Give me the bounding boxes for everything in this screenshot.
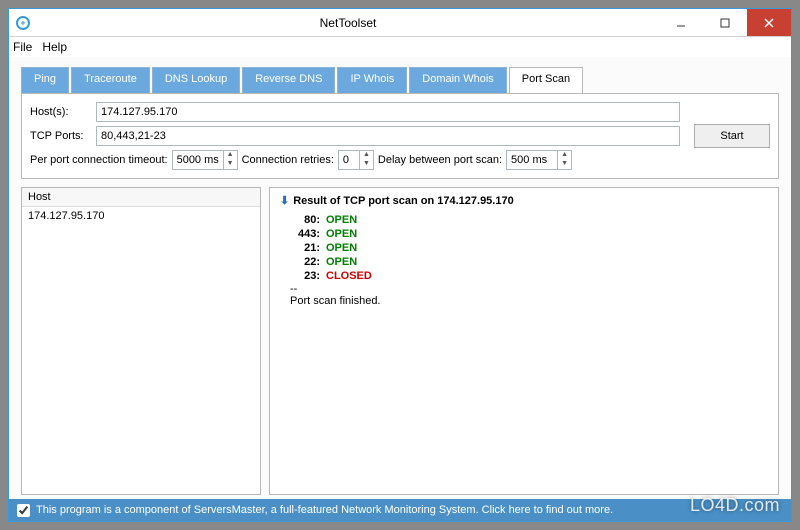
- start-button[interactable]: Start: [694, 124, 770, 148]
- result-status: CLOSED: [326, 270, 372, 282]
- chevron-up-icon[interactable]: ▲: [360, 151, 373, 160]
- timeout-spinner[interactable]: ▲▼: [172, 150, 238, 170]
- chevron-down-icon[interactable]: ▼: [558, 160, 571, 169]
- result-finished: Port scan finished.: [280, 295, 768, 307]
- chevron-down-icon[interactable]: ▼: [224, 160, 237, 169]
- tab-reverse-dns[interactable]: Reverse DNS: [242, 67, 335, 93]
- minimize-button[interactable]: [659, 9, 703, 36]
- maximize-button[interactable]: [703, 9, 747, 36]
- window-controls: [659, 9, 791, 36]
- timeout-input[interactable]: [173, 152, 223, 168]
- content-area: Ping Traceroute DNS Lookup Reverse DNS I…: [9, 57, 791, 499]
- ports-input[interactable]: [96, 126, 680, 146]
- hosts-label: Host(s):: [30, 106, 92, 118]
- form-panel: Host(s): TCP Ports: Per port connection …: [21, 93, 779, 179]
- result-port: 23:: [290, 270, 320, 282]
- result-separator: --: [280, 283, 768, 295]
- menubar: File Help: [9, 37, 791, 57]
- footer-bar: This program is a component of ServersMa…: [9, 499, 791, 521]
- tab-port-scan[interactable]: Port Scan: [509, 67, 583, 93]
- close-button[interactable]: [747, 9, 791, 36]
- arrow-down-icon: ⬇: [280, 194, 289, 207]
- result-port: 22:: [290, 256, 320, 268]
- host-list-item[interactable]: 174.127.95.170: [22, 207, 260, 225]
- tab-ping[interactable]: Ping: [21, 67, 69, 93]
- retries-spinner[interactable]: ▲▼: [338, 150, 374, 170]
- titlebar: NetToolset: [9, 9, 791, 37]
- app-icon: [15, 15, 31, 31]
- menu-file[interactable]: File: [13, 40, 32, 54]
- footer-text[interactable]: This program is a component of ServersMa…: [36, 504, 613, 516]
- delay-label: Delay between port scan:: [378, 154, 502, 166]
- tab-domain-whois[interactable]: Domain Whois: [409, 67, 507, 93]
- delay-spinner[interactable]: ▲▼: [506, 150, 572, 170]
- result-title: Result of TCP port scan on 174.127.95.17…: [293, 195, 514, 207]
- host-list: Host 174.127.95.170: [21, 187, 261, 495]
- result-port: 80:: [290, 214, 320, 226]
- result-port: 21:: [290, 242, 320, 254]
- result-status: OPEN: [326, 256, 357, 268]
- host-list-header[interactable]: Host: [22, 188, 260, 207]
- tab-bar: Ping Traceroute DNS Lookup Reverse DNS I…: [21, 67, 779, 93]
- result-status: OPEN: [326, 242, 357, 254]
- footer-checkbox[interactable]: [17, 504, 30, 517]
- results-area: Host 174.127.95.170 ⬇ Result of TCP port…: [21, 187, 779, 495]
- chevron-up-icon[interactable]: ▲: [558, 151, 571, 160]
- menu-help[interactable]: Help: [42, 40, 67, 54]
- tab-ip-whois[interactable]: IP Whois: [337, 67, 407, 93]
- result-status: OPEN: [326, 214, 357, 226]
- retries-label: Connection retries:: [242, 154, 334, 166]
- ports-label: TCP Ports:: [30, 130, 92, 142]
- result-port: 443:: [290, 228, 320, 240]
- chevron-up-icon[interactable]: ▲: [224, 151, 237, 160]
- delay-input[interactable]: [507, 152, 557, 168]
- timeout-label: Per port connection timeout:: [30, 154, 168, 166]
- hosts-input[interactable]: [96, 102, 680, 122]
- window-title: NetToolset: [37, 16, 659, 30]
- tab-traceroute[interactable]: Traceroute: [71, 67, 150, 93]
- app-window: NetToolset File Help Ping Traceroute DNS…: [8, 8, 792, 522]
- chevron-down-icon[interactable]: ▼: [360, 160, 373, 169]
- result-pane: ⬇ Result of TCP port scan on 174.127.95.…: [269, 187, 779, 495]
- retries-input[interactable]: [339, 152, 359, 168]
- result-status: OPEN: [326, 228, 357, 240]
- tab-dns-lookup[interactable]: DNS Lookup: [152, 67, 240, 93]
